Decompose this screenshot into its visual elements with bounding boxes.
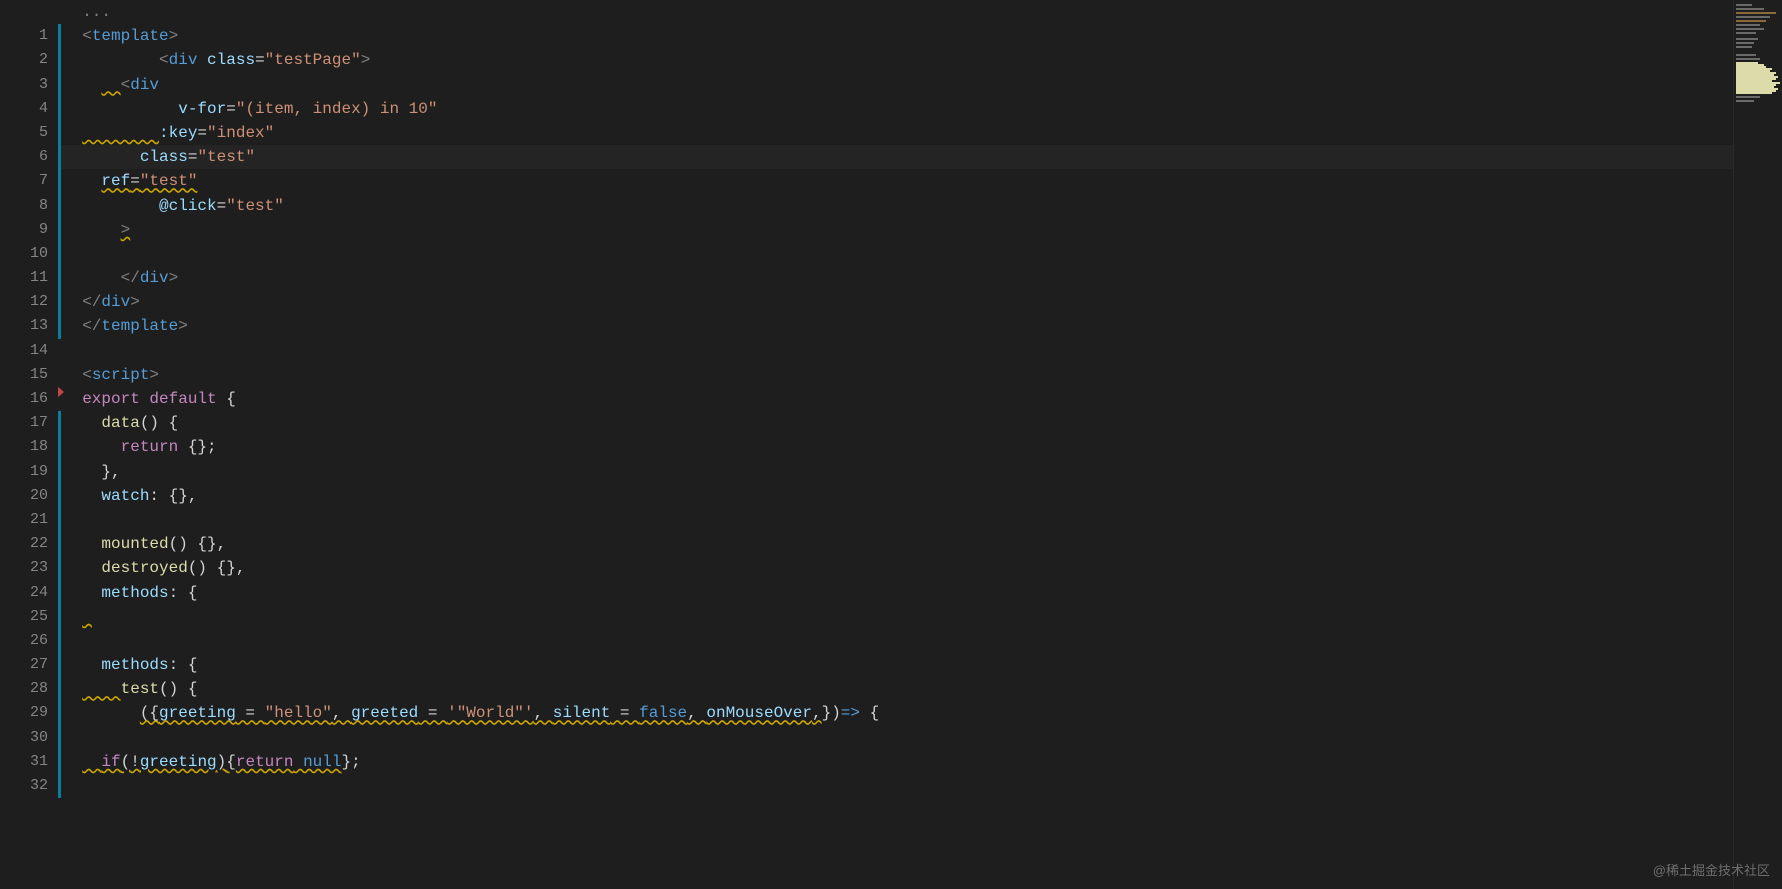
line-number: 13 [0,314,58,338]
code-line[interactable]: </div> [61,266,1782,290]
line-number: 6 [0,145,58,169]
line-number: 8 [0,194,58,218]
code-line[interactable]: <script> [61,363,1782,387]
code-line[interactable]: test() { [61,677,1782,701]
code-line[interactable]: @click="test" [61,194,1782,218]
line-number: 29 [0,701,58,725]
line-number: 16 [0,387,58,411]
line-number: 19 [0,460,58,484]
line-number: 5 [0,121,58,145]
line-number: 12 [0,290,58,314]
line-number: 9 [0,218,58,242]
code-line[interactable]: </template> [61,314,1782,338]
minimap[interactable] [1733,0,1782,889]
code-line[interactable] [61,726,1782,750]
line-number: 32 [0,774,58,798]
code-line[interactable]: > [61,218,1782,242]
code-line[interactable]: watch: {}, [61,484,1782,508]
code-line-current[interactable]: class="test" [61,145,1782,169]
watermark-text: @稀土掘金技术社区 [1653,860,1770,879]
code-editor[interactable]: . 1 2 3 4 5 6 7 8 9 10 11 12 13 14 15 16… [0,0,1782,889]
code-line[interactable] [61,242,1782,266]
line-number: 14 [0,339,58,363]
line-number: 18 [0,435,58,459]
line-number: 2 [0,48,58,72]
code-line[interactable]: mounted() {}, [61,532,1782,556]
line-number-gutter: . 1 2 3 4 5 6 7 8 9 10 11 12 13 14 15 16… [0,0,58,889]
code-line[interactable]: methods: { [61,653,1782,677]
line-number: 27 [0,653,58,677]
code-line[interactable]: data() { [61,411,1782,435]
code-line[interactable] [61,605,1782,629]
line-number: 20 [0,484,58,508]
code-line[interactable]: </div> [61,290,1782,314]
line-number: 21 [0,508,58,532]
code-line[interactable]: destroyed() {}, [61,556,1782,580]
code-line[interactable] [61,629,1782,653]
code-line[interactable]: <div class="testPage"> [61,48,1782,72]
code-line[interactable]: methods: { [61,581,1782,605]
code-line[interactable] [61,339,1782,363]
code-line[interactable]: :key="index" [61,121,1782,145]
line-number: 1 [0,24,58,48]
code-line[interactable] [61,508,1782,532]
code-line[interactable]: <template> [61,24,1782,48]
line-number: 30 [0,726,58,750]
line-number: 26 [0,629,58,653]
line-number: 10 [0,242,58,266]
line-number: 4 [0,97,58,121]
line-number: 17 [0,411,58,435]
code-line[interactable]: v-for="(item, index) in 10" [61,97,1782,121]
code-line[interactable]: <div [61,73,1782,97]
line-number: 3 [0,73,58,97]
line-number: 15 [0,363,58,387]
code-line[interactable]: return {}; [61,435,1782,459]
line-number: 22 [0,532,58,556]
code-content[interactable]: ... <template> <div class="testPage"> <d… [61,0,1782,889]
line-number: 31 [0,750,58,774]
fold-marker-icon[interactable] [58,387,64,397]
code-line[interactable]: ... [61,0,1782,24]
code-line[interactable]: export default { [61,387,1782,411]
line-number-blank: . [0,0,58,24]
line-number: 25 [0,605,58,629]
code-line[interactable]: ({greeting = "hello", greeted = '"World"… [61,701,1782,725]
code-line[interactable]: ref="test" [61,169,1782,193]
code-line[interactable]: if(!greeting){return null}; [61,750,1782,774]
line-number: 23 [0,556,58,580]
code-line[interactable]: }, [61,460,1782,484]
line-number: 28 [0,677,58,701]
line-number: 11 [0,266,58,290]
line-number: 7 [0,169,58,193]
line-number: 24 [0,581,58,605]
